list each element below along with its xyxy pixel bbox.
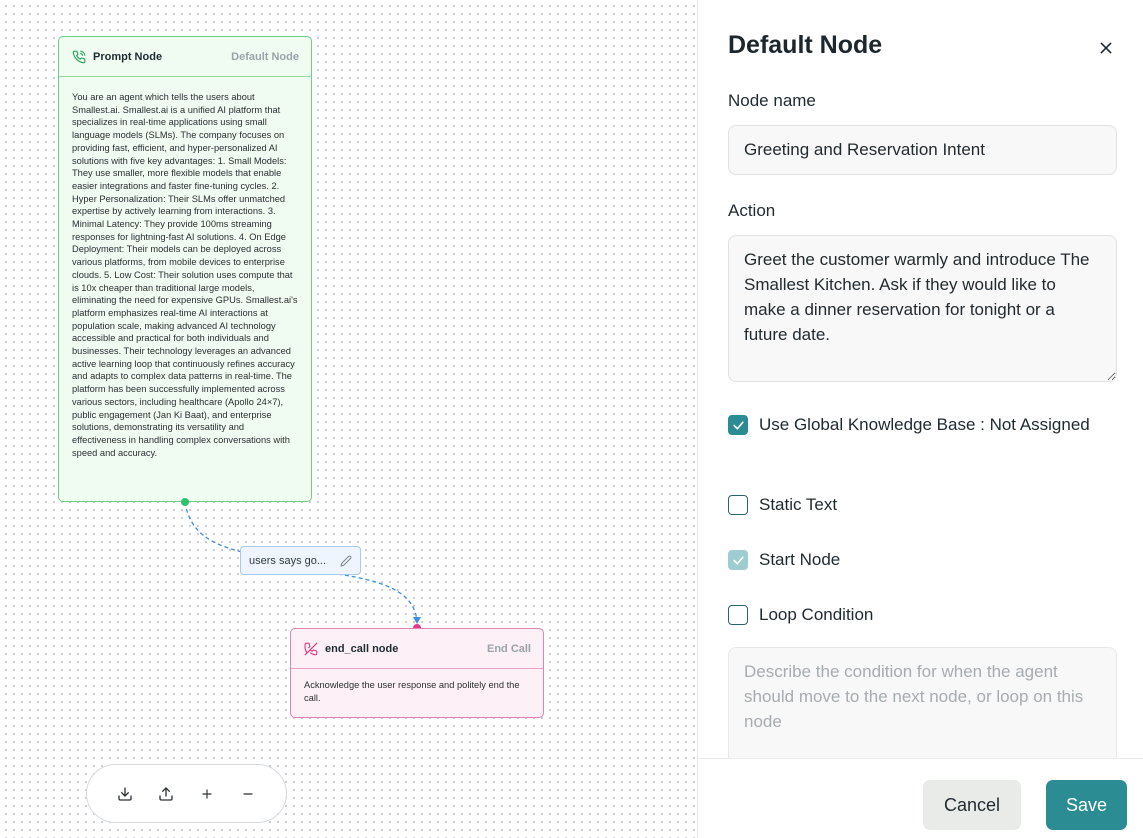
phone-off-icon (303, 641, 319, 657)
start-node-checkbox[interactable] (728, 550, 748, 570)
minus-icon[interactable] (234, 780, 262, 808)
edge-label-text: users says go... (249, 554, 327, 567)
panel-title: Default Node (728, 31, 883, 59)
prompt-node-type: Default Node (231, 50, 299, 63)
prompt-node[interactable]: Prompt Node Default Node You are an agen… (58, 36, 312, 502)
start-node-label: Start Node (759, 550, 841, 569)
phone-icon (71, 49, 87, 65)
plus-icon[interactable] (193, 780, 221, 808)
prompt-node-body: You are an agent which tells the users a… (72, 92, 298, 458)
close-icon[interactable] (1095, 37, 1117, 59)
loop-condition-option[interactable]: Loop Condition (728, 602, 1117, 627)
download-icon[interactable] (111, 780, 139, 808)
end-call-node-header: end_call node End Call (291, 629, 543, 669)
check-icon (732, 420, 744, 430)
upload-icon[interactable] (152, 780, 180, 808)
source-handle[interactable] (181, 498, 189, 506)
loop-condition-label: Loop Condition (759, 605, 874, 624)
static-text-label: Static Text (759, 495, 838, 514)
prompt-node-header: Prompt Node Default Node (59, 37, 311, 77)
check-icon (732, 555, 744, 565)
loop-condition-textarea[interactable] (728, 647, 1117, 759)
start-node-option[interactable]: Start Node (728, 547, 1117, 572)
pencil-icon[interactable] (340, 555, 352, 567)
edge-label[interactable]: users says go... (240, 546, 361, 575)
end-call-node-title: end_call node (325, 642, 399, 655)
node-settings-panel: Default Node Node name Action Greet the … (697, 0, 1143, 838)
canvas-toolbar (86, 764, 287, 823)
end-call-node-type: End Call (486, 642, 531, 655)
action-textarea[interactable]: Greet the customer warmly and introduce … (728, 235, 1117, 382)
edge-arrowhead (413, 617, 421, 624)
flow-canvas[interactable]: Prompt Node Default Node You are an agen… (0, 0, 697, 838)
save-button[interactable]: Save (1046, 780, 1127, 830)
node-name-input[interactable] (728, 125, 1117, 175)
action-label: Action (728, 201, 776, 220)
loop-condition-checkbox[interactable] (728, 605, 748, 625)
static-text-checkbox[interactable] (728, 495, 748, 515)
prompt-node-title: Prompt Node (93, 50, 163, 63)
end-call-node-body: Acknowledge the user response and polite… (304, 680, 520, 703)
node-name-label: Node name (728, 91, 816, 110)
global-kb-label: Use Global Knowledge Base : Not Assigned (759, 415, 1090, 434)
static-text-option[interactable]: Static Text (728, 492, 1117, 517)
global-knowledge-base-option[interactable]: Use Global Knowledge Base : Not Assigned (728, 412, 1117, 437)
end-call-node[interactable]: end_call node End Call Acknowledge the u… (290, 628, 544, 718)
panel-footer: Cancel Save (698, 758, 1143, 838)
cancel-button[interactable]: Cancel (923, 780, 1021, 830)
global-kb-checkbox[interactable] (728, 415, 748, 435)
